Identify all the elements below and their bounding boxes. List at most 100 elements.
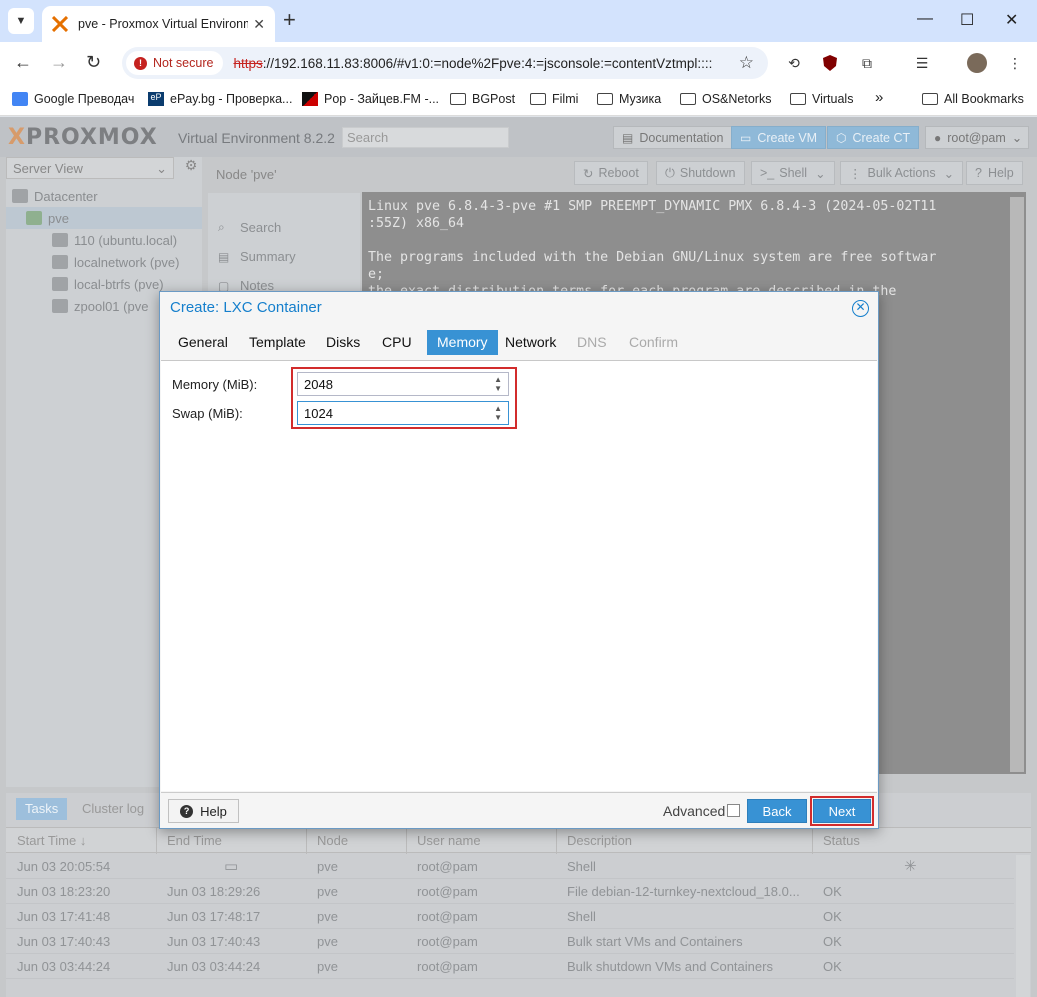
tab-disks[interactable]: Disks [316, 330, 370, 355]
table-row[interactable]: Jun 03 17:40:43 Jun 03 17:40:43 pve root… [6, 929, 1014, 954]
folder-icon [922, 93, 938, 105]
cube-icon: ⬡ [836, 130, 847, 145]
table-row[interactable]: Jun 03 18:23:20 Jun 03 18:29:26 pve root… [6, 879, 1014, 904]
browser-menu-icon[interactable]: ⋮ [1005, 53, 1025, 73]
tab-search-button[interactable]: ▼ [8, 8, 34, 34]
tab-close-icon[interactable]: ✕ [253, 16, 265, 33]
bookmark-folder-bgpost[interactable]: BGPost [450, 92, 515, 106]
bookmark-folder-osnetorks[interactable]: OS&Netorks [680, 92, 771, 106]
tab-tasks[interactable]: Tasks [16, 798, 68, 820]
tab-template[interactable]: Template [239, 330, 316, 355]
create-vm-button[interactable]: ▭ Create VM [731, 126, 827, 149]
tab-cluster-log[interactable]: Cluster log [73, 798, 153, 820]
shell-button[interactable]: >_ Shell ⌄ [751, 161, 835, 185]
url-text[interactable]: https://192.168.11.83:8006/#v1:0:=node%2… [233, 56, 712, 71]
node-help-button[interactable]: ? Help [966, 161, 1023, 185]
new-tab-button[interactable]: + [283, 9, 296, 31]
gear-icon[interactable]: ⚙ [180, 157, 202, 179]
cell-node: pve [317, 884, 338, 899]
tab-cpu[interactable]: CPU [372, 330, 422, 355]
tasks-table-header: Start Time ↓ End Time Node User name Des… [6, 827, 1031, 854]
cell-end: Jun 03 18:29:26 [167, 884, 261, 899]
ublock-icon[interactable] [820, 53, 840, 73]
more-bookmarks-chevron-icon[interactable]: » [875, 89, 883, 106]
col-description[interactable]: Description [567, 833, 632, 848]
extensions-puzzle-icon[interactable]: ⧉ [857, 53, 877, 73]
advanced-checkbox[interactable] [727, 804, 740, 817]
book-icon: ▤ [622, 130, 634, 145]
reload-icon[interactable]: ↻ [86, 52, 101, 73]
help-button[interactable]: ? Help [168, 799, 239, 823]
bookmark-label: Pop - Зайцев.FM -... [324, 92, 440, 106]
col-start-time[interactable]: Start Time ↓ [17, 833, 86, 848]
tree-item-localnetwork[interactable]: localnetwork (pve) [6, 251, 202, 273]
bookmark-zaycev[interactable]: Pop - Зайцев.FM -... [302, 92, 439, 106]
help-circle-icon: ? [975, 166, 982, 180]
cell-status: OK [823, 934, 842, 949]
col-end-time[interactable]: End Time [167, 833, 222, 848]
bookmark-star-icon[interactable]: ☆ [739, 53, 754, 73]
all-bookmarks-folder[interactable]: All Bookmarks [922, 92, 1024, 106]
zaycev-icon [302, 92, 318, 106]
bulk-actions-button[interactable]: ⋮ Bulk Actions ⌄ [840, 161, 964, 185]
extension-sync-icon[interactable]: ⟲ [784, 53, 804, 73]
user-menu-button[interactable]: ● root@pam ⌄ [925, 126, 1029, 149]
profile-avatar[interactable] [967, 53, 987, 73]
table-row[interactable]: Jun 03 03:44:24 Jun 03 03:44:24 pve root… [6, 954, 1014, 979]
reading-list-icon[interactable]: ☰ [912, 53, 932, 73]
col-status[interactable]: Status [823, 833, 860, 848]
create-lxc-dialog: Create: LXC Container ✕ General Template… [159, 291, 879, 829]
help-circle-icon: ? [180, 804, 194, 818]
tree-item-datacenter[interactable]: Datacenter [6, 185, 202, 207]
table-row[interactable]: Jun 03 17:41:48 Jun 03 17:48:17 pve root… [6, 904, 1014, 929]
storage-icon [52, 299, 68, 313]
nav-item-summary[interactable]: ▤ Summary [208, 242, 360, 271]
tab-dns[interactable]: DNS [567, 330, 617, 355]
cell-status: OK [823, 959, 842, 974]
tab-memory[interactable]: Memory [427, 330, 498, 355]
cell-desc: Bulk shutdown VMs and Containers [567, 959, 773, 974]
shutdown-button[interactable]: ⏻ Shutdown [656, 161, 745, 185]
tab-general[interactable]: General [168, 330, 238, 355]
cell-end: Jun 03 17:48:17 [167, 909, 261, 924]
bookmark-epay[interactable]: eP ePay.bg - Проверка... [148, 92, 292, 106]
back-arrow-icon[interactable]: ← [14, 52, 32, 73]
close-icon[interactable]: ✕ [852, 300, 869, 317]
tab-confirm[interactable]: Confirm [619, 330, 688, 355]
tab-network[interactable]: Network [495, 330, 566, 355]
maximize-icon[interactable]: ☐ [960, 10, 974, 30]
advanced-label: Advanced [663, 803, 726, 819]
documentation-button[interactable]: ▤ Documentation [613, 126, 733, 149]
browser-tab-active[interactable]: pve - Proxmox Virtual Environment ✕ [42, 6, 275, 42]
minimize-icon[interactable]: — [917, 10, 933, 28]
col-node[interactable]: Node [317, 833, 348, 848]
bookmark-label: All Bookmarks [944, 92, 1024, 106]
global-search-input[interactable]: Search [342, 127, 509, 148]
bookmark-google-translate[interactable]: Google Преводач [12, 92, 134, 106]
server-view-select[interactable]: Server View ⌄ [6, 157, 174, 179]
create-ct-button[interactable]: ⬡ Create CT [827, 126, 920, 149]
window-close-icon[interactable]: ✕ [1005, 10, 1018, 30]
bookmark-folder-music[interactable]: Музика [597, 92, 661, 106]
tree-item-ct-110[interactable]: 110 (ubuntu.local) [6, 229, 202, 251]
table-row[interactable]: Jun 03 20:05:54 ▭ pve root@pam Shell ✳ [6, 854, 1014, 879]
epay-icon: eP [148, 92, 164, 106]
wizard-tabs: General Template Disks CPU Memory Networ… [168, 330, 872, 358]
address-bar[interactable]: ! Not secure https://192.168.11.83:8006/… [122, 47, 768, 79]
back-button[interactable]: Back [747, 799, 807, 823]
memory-form: Memory (MiB): 2048 ▲ ▼ Swap (MiB): 1024 ▲… [161, 360, 877, 791]
security-label: Not secure [153, 56, 214, 70]
console-scrollbar[interactable] [1010, 197, 1024, 772]
bookmark-folder-filmi[interactable]: Filmi [530, 92, 578, 106]
bookmark-folder-virtuals[interactable]: Virtuals [790, 92, 853, 106]
forward-arrow-icon[interactable]: → [50, 52, 68, 73]
folder-icon [530, 93, 546, 105]
security-chip[interactable]: ! Not secure [126, 51, 224, 75]
google-translate-icon [12, 92, 28, 106]
url-rest: ://192.168.11.83:8006/#v1:0:=node%2Fpve:… [262, 55, 713, 71]
col-user-name[interactable]: User name [417, 833, 481, 848]
tasks-scrollbar[interactable] [1016, 855, 1030, 997]
tree-item-pve[interactable]: pve [6, 207, 202, 229]
nav-item-search[interactable]: ⌕ Search [208, 213, 360, 242]
reboot-button[interactable]: ↻ Reboot [574, 161, 648, 185]
